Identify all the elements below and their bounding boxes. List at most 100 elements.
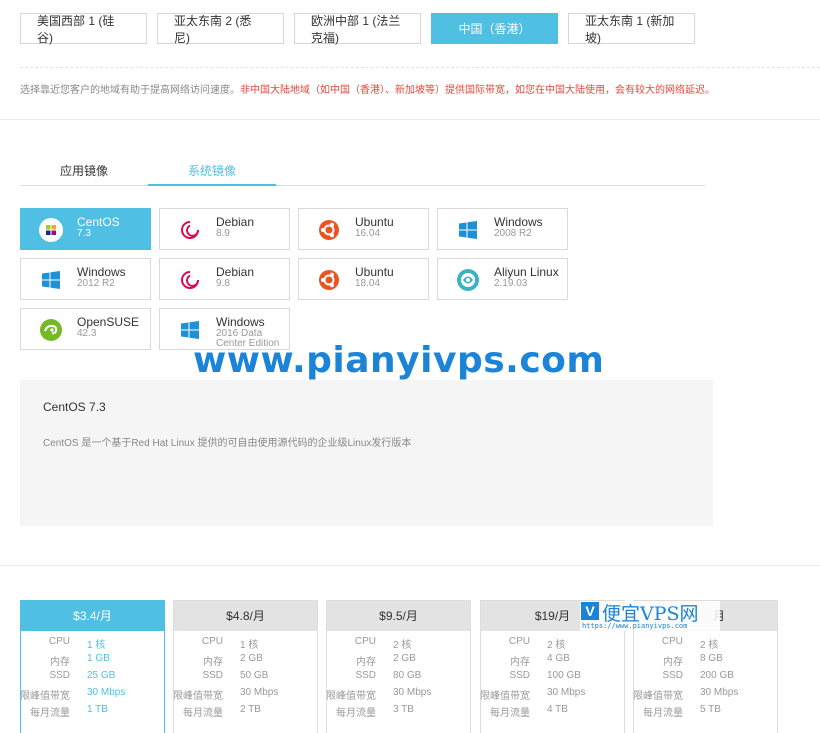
spec-label: 内存 bbox=[663, 657, 683, 668]
spec-ssd: SSD 50 GB bbox=[174, 670, 319, 687]
spec-label: 每月流量 bbox=[30, 708, 70, 719]
os-card-debian-9-8[interactable]: Debian 9.8 bbox=[159, 258, 290, 300]
os-version: 8.9 bbox=[216, 228, 230, 239]
region-eu-central-1[interactable]: 欧洲中部 1 (法兰克福) bbox=[294, 13, 421, 45]
spec-label: 内存 bbox=[356, 657, 376, 668]
spec-value: 50 GB bbox=[240, 670, 269, 681]
spec-value: 2 核 bbox=[547, 640, 566, 651]
spec-label: CPU bbox=[48, 636, 70, 647]
os-version: 18.04 bbox=[355, 278, 381, 289]
spec-cpu: CPU 1 核 bbox=[174, 636, 319, 653]
spec-label: 限峰值带宽 bbox=[480, 691, 530, 702]
os-version: 16.04 bbox=[355, 228, 381, 239]
logo-watermark: V 便宜VPS网 https://www.pianyivps.com bbox=[580, 601, 720, 631]
os-card-windows-2008-r2[interactable]: Windows 2008 R2 bbox=[437, 208, 568, 250]
spec-label: 限峰值带宽 bbox=[20, 691, 70, 702]
spec-value: 4 TB bbox=[547, 704, 568, 715]
spec-cpu: CPU 1 核 bbox=[21, 636, 166, 653]
spec-bandwidth: 限峰值带宽 30 Mbps bbox=[633, 687, 779, 704]
spec-traffic: 每月流量 5 TB bbox=[634, 704, 779, 721]
tab-app-image[interactable]: 应用镜像 bbox=[20, 158, 148, 186]
spec-label: CPU bbox=[354, 636, 376, 647]
spec-label: 每月流量 bbox=[183, 708, 223, 719]
spec-value: 200 GB bbox=[700, 670, 734, 681]
plan-card[interactable]: $9.5/月 CPU 2 核 内存 2 GB SSD 80 GB 限峰值带宽 30 Mb… bbox=[326, 600, 471, 733]
spec-cpu: CPU 2 核 bbox=[327, 636, 472, 653]
spec-ssd: SSD 25 GB bbox=[21, 670, 166, 687]
spec-value: 4 GB bbox=[547, 653, 570, 664]
site-watermark: www.pianyivps.com bbox=[193, 340, 605, 381]
spec-label: 限峰值带宽 bbox=[173, 691, 223, 702]
section-divider bbox=[0, 119, 820, 120]
tab-system-image[interactable]: 系统镜像 bbox=[148, 158, 276, 186]
spec-value: 1 核 bbox=[87, 640, 106, 651]
spec-memory: 内存 2 GB bbox=[327, 653, 472, 670]
spec-label: 内存 bbox=[510, 657, 530, 668]
spec-label: 每月流量 bbox=[490, 708, 530, 719]
plan-price: $3.4/月 bbox=[21, 601, 164, 631]
spec-ssd: SSD 80 GB bbox=[327, 670, 472, 687]
divider bbox=[20, 67, 820, 68]
spec-value: 2 GB bbox=[240, 653, 263, 664]
spec-ssd: SSD 100 GB bbox=[481, 670, 626, 687]
spec-label: CPU bbox=[508, 636, 530, 647]
section-divider bbox=[0, 565, 820, 566]
windows-icon bbox=[178, 318, 202, 342]
spec-memory: 内存 1 GB bbox=[21, 653, 166, 670]
spec-label: CPU bbox=[661, 636, 683, 647]
spec-bandwidth: 限峰值带宽 30 Mbps bbox=[326, 687, 472, 704]
os-card-opensuse[interactable]: OpenSUSE 42.3 bbox=[20, 308, 151, 350]
region-us-west-1[interactable]: 美国西部 1 (硅谷) bbox=[20, 13, 147, 45]
os-card-ubuntu-16-04[interactable]: Ubuntu 16.04 bbox=[298, 208, 429, 250]
region-cn-hongkong[interactable]: 中国（香港） bbox=[431, 13, 558, 44]
selected-image-title: CentOS 7.3 bbox=[43, 400, 106, 414]
os-version: 2008 R2 bbox=[494, 228, 532, 239]
spec-memory: 内存 2 GB bbox=[174, 653, 319, 670]
aliyun-linux-icon bbox=[456, 268, 480, 292]
spec-value: 3 TB bbox=[393, 704, 414, 715]
os-card-debian-8-9[interactable]: Debian 8.9 bbox=[159, 208, 290, 250]
spec-cpu: CPU 2 核 bbox=[634, 636, 779, 653]
debian-icon bbox=[178, 268, 202, 292]
spec-bandwidth: 限峰值带宽 30 Mbps bbox=[480, 687, 626, 704]
ubuntu-icon bbox=[317, 218, 341, 242]
spec-value: 2 核 bbox=[393, 640, 412, 651]
spec-label: 限峰值带宽 bbox=[326, 691, 376, 702]
spec-value: 5 TB bbox=[700, 704, 721, 715]
region-note-text: 选择靠近您客户的地域有助于提高网络访问速度。 bbox=[20, 85, 240, 96]
spec-traffic: 每月流量 3 TB bbox=[327, 704, 472, 721]
spec-value: 8 GB bbox=[700, 653, 723, 664]
spec-label: CPU bbox=[201, 636, 223, 647]
debian-icon bbox=[178, 218, 202, 242]
windows-icon bbox=[456, 218, 480, 242]
spec-value: 1 GB bbox=[87, 653, 110, 664]
os-card-ubuntu-18-04[interactable]: Ubuntu 18.04 bbox=[298, 258, 429, 300]
spec-value: 2 核 bbox=[700, 640, 719, 651]
spec-value: 100 GB bbox=[547, 670, 581, 681]
spec-cpu: CPU 2 核 bbox=[481, 636, 626, 653]
spec-memory: 内存 4 GB bbox=[481, 653, 626, 670]
os-card-windows-2012-r2[interactable]: Windows 2012 R2 bbox=[20, 258, 151, 300]
spec-ssd: SSD 200 GB bbox=[634, 670, 779, 687]
windows-icon bbox=[39, 268, 63, 292]
os-version: 42.3 bbox=[77, 328, 97, 339]
spec-value: 1 核 bbox=[240, 640, 259, 651]
os-card-centos-7-3[interactable]: CentOS 7.3 bbox=[20, 208, 151, 250]
spec-traffic: 每月流量 1 TB bbox=[21, 704, 166, 721]
spec-label: 内存 bbox=[203, 657, 223, 668]
region-ap-southeast-2[interactable]: 亚太东南 2 (悉尼) bbox=[157, 13, 284, 45]
plan-card[interactable]: $4.8/月 CPU 1 核 内存 2 GB SSD 50 GB 限峰值带宽 30 Mb… bbox=[173, 600, 318, 733]
spec-traffic: 每月流量 4 TB bbox=[481, 704, 626, 721]
region-ap-southeast-1[interactable]: 亚太东南 1 (新加坡) bbox=[568, 13, 695, 45]
region-selector: 美国西部 1 (硅谷) 亚太东南 2 (悉尼) 欧洲中部 1 (法兰克福) 中国… bbox=[20, 13, 695, 45]
os-card-aliyun-linux[interactable]: Aliyun Linux 2.19.03 bbox=[437, 258, 568, 300]
spec-value: 80 GB bbox=[393, 670, 422, 681]
os-version: 7.3 bbox=[77, 228, 91, 239]
spec-label: 每月流量 bbox=[643, 708, 683, 719]
centos-icon bbox=[39, 218, 63, 242]
spec-value: 30 Mbps bbox=[87, 687, 126, 698]
spec-label: SSD bbox=[202, 670, 223, 681]
opensuse-icon bbox=[39, 318, 63, 342]
spec-label: SSD bbox=[355, 670, 376, 681]
plan-card[interactable]: $3.4/月 CPU 1 核 内存 1 GB SSD 25 GB 限峰值带宽 30 Mb… bbox=[20, 600, 165, 733]
